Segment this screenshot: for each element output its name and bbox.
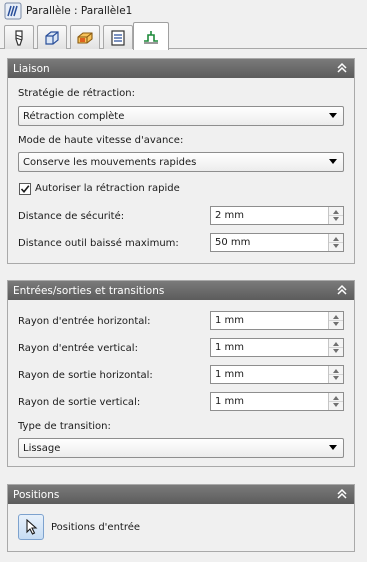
leads-panel-title: Entrées/sorties et transitions [13, 284, 165, 297]
parallel-toolpath-icon [4, 2, 22, 20]
chevron-down-icon [329, 159, 337, 164]
max-stay-down-spinner[interactable] [328, 234, 343, 251]
transition-type-label: Type de transition: [18, 421, 111, 432]
lead-in-horizontal-spinner[interactable] [328, 312, 343, 329]
safe-distance-spinner[interactable] [328, 207, 343, 224]
tab-linking[interactable] [133, 22, 169, 50]
retract-strategy-label: Stratégie de rétraction: [18, 88, 135, 99]
safe-distance-label: Distance de sécurité: [18, 211, 125, 222]
transition-type-value: Lissage [23, 442, 61, 454]
lead-in-vertical-input[interactable]: 1 mm [210, 338, 344, 357]
dialog-window: Parallèle : Parallèle1 Liaison Stratégie… [0, 0, 367, 562]
spin-up-icon[interactable] [333, 369, 339, 373]
high-feed-mode-label: Mode de haute vitesse d'avance: [18, 135, 184, 146]
lead-out-vertical-value: 1 mm [215, 396, 245, 407]
spin-up-icon[interactable] [333, 342, 339, 346]
lead-in-horizontal-value: 1 mm [215, 315, 245, 326]
lead-out-vertical-label: Rayon de sortie vertical: [18, 397, 141, 408]
max-stay-down-value: 50 mm [215, 237, 251, 248]
linking-icon [144, 30, 158, 43]
tab-strip [0, 22, 367, 50]
positions-panel: Positions Positions d'entrée [7, 484, 355, 552]
rapid-retract-label: Autoriser la rétraction rapide [35, 183, 180, 194]
rapid-retract-checkbox[interactable] [19, 183, 31, 195]
lead-out-horizontal-label: Rayon de sortie horizontal: [18, 370, 153, 381]
tab-tool[interactable] [4, 25, 34, 49]
chevron-down-icon [329, 445, 337, 450]
entry-positions-label: Positions d'entrée [51, 522, 141, 533]
spin-up-icon[interactable] [333, 396, 339, 400]
spin-down-icon[interactable] [333, 244, 339, 248]
liaison-panel-header[interactable]: Liaison [8, 59, 354, 78]
spin-down-icon[interactable] [333, 349, 339, 353]
safe-distance-value: 2 mm [215, 210, 245, 221]
positions-panel-header[interactable]: Positions [8, 485, 354, 504]
entry-positions-pick-button[interactable] [18, 514, 44, 540]
lead-in-vertical-spinner[interactable] [328, 339, 343, 356]
tab-heights[interactable] [70, 25, 100, 49]
spin-down-icon[interactable] [333, 376, 339, 380]
retract-strategy-value: Rétraction complète [23, 110, 125, 122]
workpiece-icon [77, 31, 93, 44]
retract-strategy-select[interactable]: Rétraction complète [18, 106, 344, 126]
lead-out-horizontal-spinner[interactable] [328, 366, 343, 383]
spin-up-icon[interactable] [333, 210, 339, 214]
stock-box-icon [45, 30, 59, 45]
high-feed-mode-select[interactable]: Conserve les mouvements rapides [18, 152, 344, 172]
lead-in-vertical-label: Rayon d'entrée vertical: [18, 343, 138, 354]
tab-passes[interactable] [103, 25, 133, 49]
lead-in-vertical-value: 1 mm [215, 342, 245, 353]
collapse-chevron-icon[interactable] [336, 284, 348, 296]
spin-down-icon[interactable] [333, 322, 339, 326]
spin-up-icon[interactable] [333, 315, 339, 319]
lead-out-vertical-spinner[interactable] [328, 393, 343, 410]
positions-panel-title: Positions [13, 488, 60, 501]
pointer-arrow-icon [26, 519, 38, 535]
lead-in-horizontal-label: Rayon d'entrée horizontal: [18, 316, 151, 327]
tool-icon [15, 29, 23, 46]
collapse-chevron-icon[interactable] [336, 62, 348, 74]
parameters-list-icon [111, 29, 125, 46]
max-stay-down-label: Distance outil baissé maximum: [18, 238, 179, 249]
leads-panel-header[interactable]: Entrées/sorties et transitions [8, 281, 354, 300]
collapse-chevron-icon[interactable] [336, 488, 348, 500]
lead-out-vertical-input[interactable]: 1 mm [210, 392, 344, 411]
max-stay-down-input[interactable]: 50 mm [210, 233, 344, 252]
window-title: Parallèle : Parallèle1 [26, 5, 133, 17]
high-feed-mode-value: Conserve les mouvements rapides [23, 156, 197, 168]
lead-out-horizontal-input[interactable]: 1 mm [210, 365, 344, 384]
safe-distance-input[interactable]: 2 mm [210, 206, 344, 225]
spin-up-icon[interactable] [333, 237, 339, 241]
checkmark-icon [20, 185, 30, 194]
spin-down-icon[interactable] [333, 403, 339, 407]
spin-down-icon[interactable] [333, 217, 339, 221]
liaison-panel: Liaison Stratégie de rétraction: Rétract… [7, 58, 355, 264]
chevron-down-icon [329, 113, 337, 118]
lead-in-horizontal-input[interactable]: 1 mm [210, 311, 344, 330]
liaison-panel-title: Liaison [13, 62, 50, 75]
tab-geometry[interactable] [37, 25, 67, 49]
transition-type-select[interactable]: Lissage [18, 438, 344, 458]
leads-panel: Entrées/sorties et transitions Rayon d'e… [7, 280, 355, 467]
title-bar: Parallèle : Parallèle1 [0, 0, 367, 22]
lead-out-horizontal-value: 1 mm [215, 369, 245, 380]
